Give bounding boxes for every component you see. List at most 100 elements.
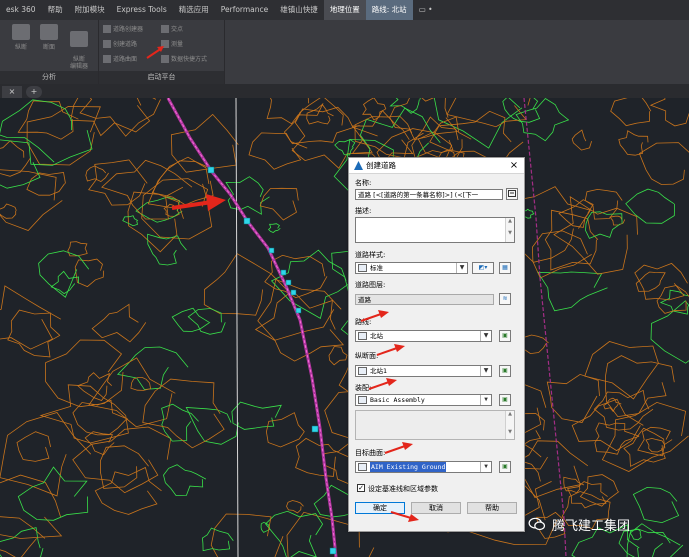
style-preview-button[interactable]: ▦ <box>499 262 511 274</box>
contour-line <box>72 426 172 494</box>
contour-line <box>625 188 675 224</box>
tab-shortcut[interactable]: 雄镇山快捷 <box>274 0 324 20</box>
panel-launch-pad: 道路创建器 创建道路 道路曲面 交点 测量 数据快捷方式 启动平台 <box>99 20 225 84</box>
grip[interactable] <box>268 247 275 254</box>
target-surface-label: 目标曲面: <box>355 449 386 457</box>
corridor-layer-field[interactable]: 道路 <box>355 294 494 305</box>
tab-addins[interactable]: 附加模块 <box>69 0 111 20</box>
profile-editor-label: 纵断 编辑器 <box>69 56 88 70</box>
grip[interactable] <box>329 547 337 555</box>
contour-line <box>0 203 17 219</box>
dialog-titlebar[interactable]: 创建道路 × <box>349 158 524 174</box>
contour-line <box>99 445 149 489</box>
contour-line <box>389 98 421 114</box>
contour-lines <box>0 98 689 557</box>
tab-help[interactable]: 帮助 <box>42 0 69 20</box>
name-field[interactable]: 道路 [<[道路的第一条幕名称]>] (<[下一 <box>355 189 503 200</box>
grip[interactable] <box>311 425 319 433</box>
grip[interactable] <box>290 289 297 296</box>
section-icon <box>40 24 58 40</box>
tab-express-tools[interactable]: Express Tools <box>111 0 173 20</box>
help-button[interactable]: 帮助 <box>467 502 517 514</box>
watermark: 腾飞建工集团 <box>528 510 668 538</box>
contour-line <box>38 250 90 298</box>
panel-launch-pad-title: 启动平台 <box>99 71 224 84</box>
assembly-value: Basic Assembly <box>370 396 425 404</box>
alignment-select[interactable]: 北站 ▼ <box>355 330 492 342</box>
new-drawing-tab[interactable]: + <box>26 86 42 98</box>
red-annotation-arrow <box>376 344 405 356</box>
assembly-pick-button[interactable]: ▣ <box>499 394 511 406</box>
contour-line <box>0 412 92 497</box>
profile-value: 北站1 <box>370 367 388 375</box>
tab-performance[interactable]: Performance <box>215 0 275 20</box>
name-template-button[interactable] <box>506 188 518 200</box>
close-drawing-tab[interactable]: × <box>2 86 22 98</box>
intersection-button[interactable]: 交点 <box>161 24 183 33</box>
create-corridor-label: 创建道路 <box>113 41 138 48</box>
name-label: 名称: <box>355 179 372 187</box>
alignment-centerline <box>167 98 337 557</box>
target-surface-select[interactable]: AIM Existing Ground ▼ <box>355 461 492 473</box>
create-corridor-dialog: 创建道路 × 名称: 道路 [<[道路的第一条幕名称]>] (<[下一 描述: … <box>348 157 525 532</box>
corridor-alignment-line[interactable] <box>166 98 338 557</box>
corridor-style-label: 道路样式: <box>355 251 386 259</box>
profile-pick-button[interactable]: ▣ <box>499 365 511 377</box>
layer-select-button[interactable]: ≋ <box>499 293 511 305</box>
corridor-surface-button[interactable]: 道路曲面 <box>103 54 137 63</box>
chevron-down-icon: ▼ <box>480 395 491 405</box>
ribbon-tab-bar: esk 360 帮助 附加模块 Express Tools 精选应用 Perfo… <box>0 0 689 20</box>
assembly-select[interactable]: Basic Assembly ▼ <box>355 394 492 406</box>
create-corridor-button[interactable]: 创建道路 <box>103 39 137 48</box>
contour-line <box>187 308 226 335</box>
grip[interactable] <box>243 217 251 225</box>
alignment-pick-button[interactable]: ▣ <box>499 330 511 342</box>
description-field[interactable]: ▲ ▼ <box>355 217 515 243</box>
contour-line <box>91 303 147 343</box>
grip[interactable] <box>207 166 215 174</box>
contour-line <box>531 230 592 279</box>
profile-button[interactable]: 纵断 <box>10 24 32 51</box>
profile-editor-button[interactable]: 纵断 编辑器 <box>66 24 92 70</box>
contour-line <box>16 431 51 462</box>
surface-icon <box>358 463 367 471</box>
grip[interactable] <box>285 279 292 286</box>
chevron-down-icon: ▼ <box>480 462 491 472</box>
style-edit-dropdown-button[interactable]: ◩▾ <box>472 262 494 274</box>
data-shortcuts-button[interactable]: 数据快捷方式 <box>161 54 207 63</box>
alignment-grips <box>207 166 337 555</box>
profile-select[interactable]: 北站1 ▼ <box>355 365 492 377</box>
baseline-checkbox[interactable]: ✓ <box>357 484 365 492</box>
contour-line <box>584 188 623 220</box>
chevron-down-icon: ▼ <box>480 366 491 376</box>
contour-line <box>171 307 211 332</box>
target-surface-pick-button[interactable]: ▣ <box>499 461 511 473</box>
contour-line <box>26 172 66 196</box>
contour-line <box>306 103 334 125</box>
contour-line <box>85 165 109 182</box>
panel-analyze-title: 分析 <box>0 71 98 84</box>
contour-line <box>210 513 284 557</box>
tab-autodesk360[interactable]: esk 360 <box>0 0 42 20</box>
chevron-down-icon: ▼ <box>456 263 467 273</box>
tab-geolocation[interactable]: 地理位置 <box>323 0 366 20</box>
profile-editor-icon <box>70 31 88 47</box>
section-button[interactable]: 断面 <box>38 24 60 51</box>
corridor-creator-button[interactable]: 道路创建器 <box>103 24 143 33</box>
contour-line <box>88 159 148 206</box>
grip[interactable] <box>295 307 302 314</box>
close-icon[interactable]: × <box>508 159 520 172</box>
reference-line <box>235 98 239 557</box>
grip[interactable] <box>280 269 287 276</box>
tab-overflow[interactable]: ▭ • <box>413 0 439 20</box>
red-annotation-arrow <box>360 310 389 322</box>
tab-featured-apps[interactable]: 精选应用 <box>173 0 215 20</box>
contour-line <box>546 373 600 423</box>
description-scrollbar[interactable]: ▲ ▼ <box>505 218 514 242</box>
contour-line <box>254 289 345 362</box>
corridor-style-select[interactable]: 标准 ▼ <box>355 262 468 274</box>
contour-map[interactable] <box>0 98 689 557</box>
contour-line <box>79 98 161 137</box>
tab-alignment-context[interactable]: 路线: 北站 <box>365 0 413 20</box>
drawing-canvas[interactable] <box>0 98 689 557</box>
